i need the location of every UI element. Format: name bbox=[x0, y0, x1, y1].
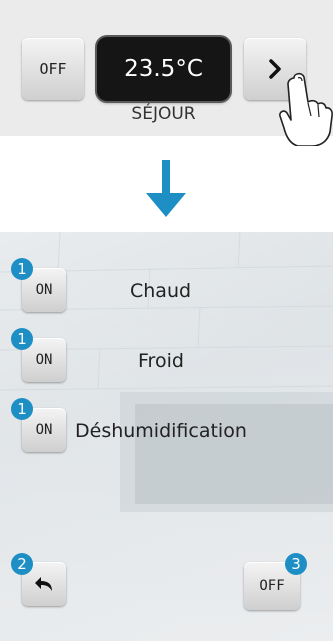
callout-badge: 3 bbox=[285, 553, 307, 575]
zone-name: SÉJOUR bbox=[131, 104, 196, 124]
temperature-display: 23.5°C bbox=[97, 37, 230, 101]
arrow-down-icon bbox=[146, 160, 186, 217]
callout-badge: 1 bbox=[11, 258, 33, 280]
mode-label-dehumidification: Déshumidification bbox=[75, 420, 247, 442]
back-arrow-icon bbox=[35, 577, 52, 591]
mode-label-heating: Chaud bbox=[130, 280, 192, 302]
mode-label-cooling: Froid bbox=[138, 350, 184, 372]
finger-pointer-icon bbox=[279, 72, 333, 146]
off-button[interactable]: OFF bbox=[22, 38, 84, 100]
callout-badge: 1 bbox=[11, 398, 33, 420]
callout-badge: 1 bbox=[11, 328, 33, 350]
callout-badge: 2 bbox=[11, 553, 33, 575]
